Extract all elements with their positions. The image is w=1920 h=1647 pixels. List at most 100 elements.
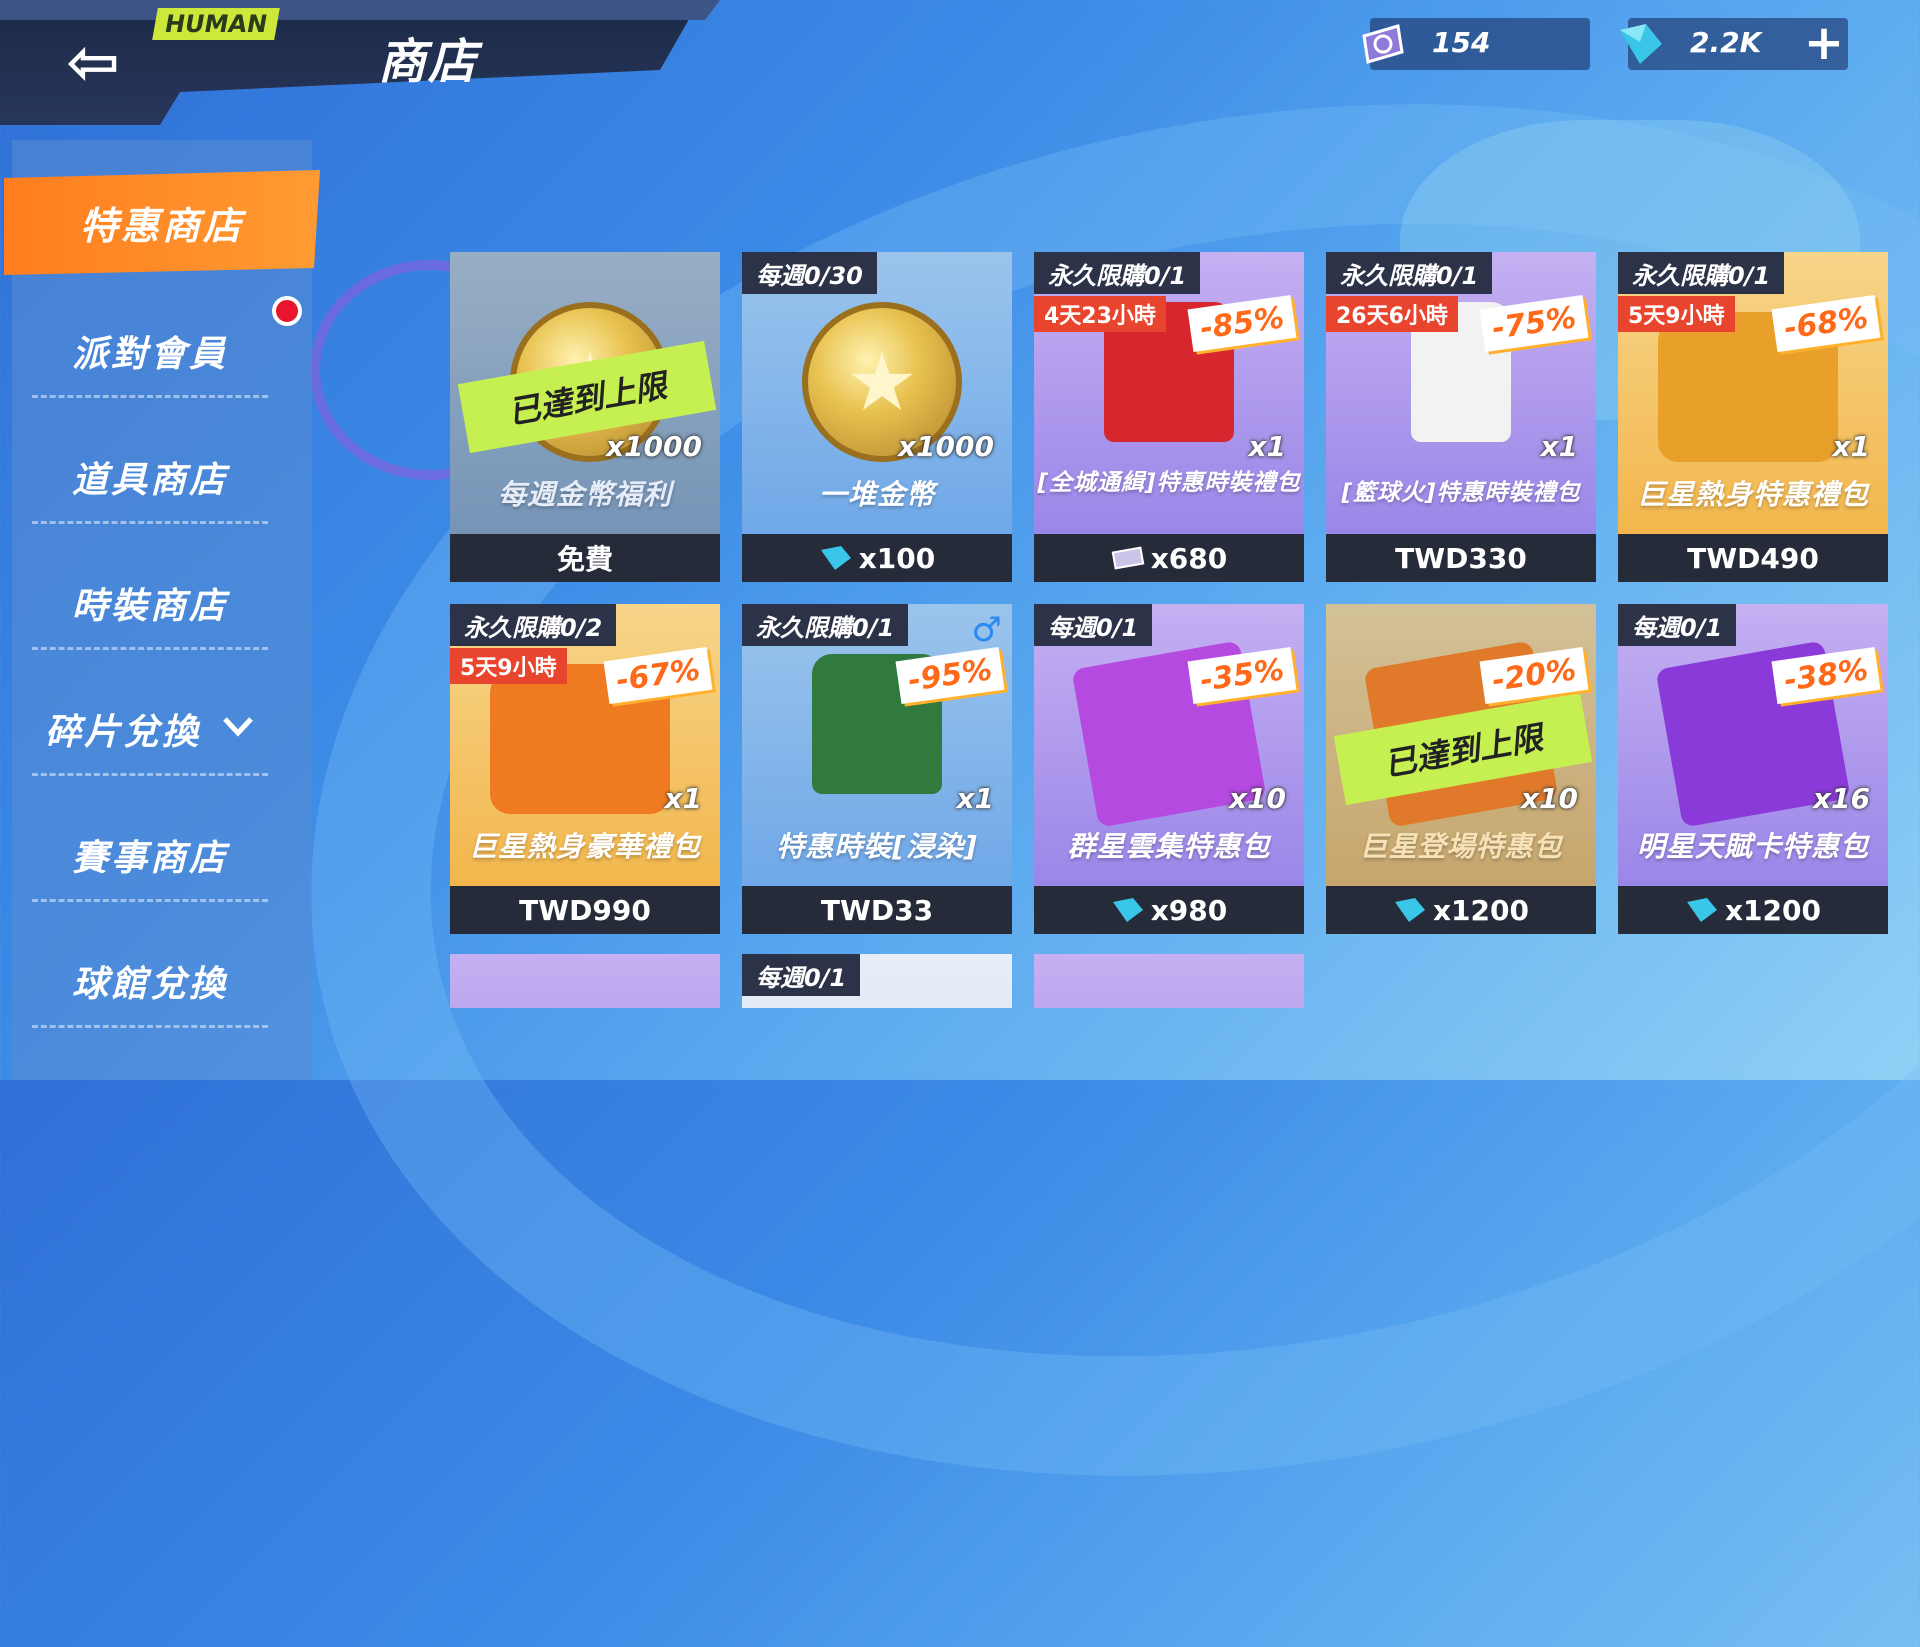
item-quantity: x1000 [898, 430, 994, 463]
price-button[interactable]: TWD990 [450, 886, 720, 934]
sidebar-item-party-member[interactable]: 派對會員 [0, 296, 300, 406]
shop-card-wanted-fashion[interactable]: 永久限購0/1 4天23小時 -85% x1 [全城通緝]特惠時裝禮包 x680 [1034, 252, 1304, 582]
header-highlight [0, 0, 720, 20]
sidebar-item-label: 碎片兌換 [44, 712, 201, 753]
shop-card-partial[interactable] [1034, 954, 1304, 1008]
price-button[interactable]: x680 [1034, 534, 1304, 582]
gem-icon [1112, 898, 1143, 922]
shop-card-basketball-fire-fashion[interactable]: 永久限購0/1 26天6小時 -75% x1 [籃球火]特惠時裝禮包 TWD33… [1326, 252, 1596, 582]
sidebar-item-label: 時裝商店 [71, 586, 228, 627]
item-name: 巨星熱身豪華禮包 [468, 830, 701, 863]
shop-card-dye-fashion[interactable]: 永久限購0/1 ♂ -95% x1 特惠時裝[浸染] TWD33 [742, 604, 1012, 934]
purchase-limit-tag: 永久限購0/1 [1618, 252, 1785, 294]
sidebar-divider [32, 899, 268, 902]
purchase-limit-tag: 永久限購0/2 [450, 604, 617, 646]
gem-count: 2.2K [1690, 26, 1762, 59]
sidebar-item-label: 賽事商店 [71, 838, 228, 879]
item-quantity: x1 [1832, 430, 1870, 463]
ticket-icon [1111, 546, 1145, 570]
sidebar-divider [32, 647, 268, 650]
sidebar-divider [32, 521, 268, 524]
sidebar-item-label: 派對會員 [71, 334, 228, 375]
price-text: TWD330 [1395, 541, 1527, 575]
purchase-limit-tag: 每週0/30 [742, 252, 877, 294]
shop-card-talent-card[interactable]: 每週0/1 -38% x16 明星天賦卡特惠包 x1200 [1618, 604, 1888, 934]
shop-card-weekly-gold[interactable]: ★ 已達到上限 x1000 每週金幣福利 免費 [450, 252, 720, 582]
price-text: x680 [1150, 541, 1228, 575]
price-text: x980 [1150, 893, 1228, 927]
price-text: x100 [858, 541, 936, 575]
price-button[interactable]: TWD33 [742, 886, 1012, 934]
countdown-timer: 5天9小時 [1618, 296, 1735, 332]
card-background [450, 954, 720, 1008]
shop-card-superstar-warmup[interactable]: 永久限購0/1 5天9小時 -68% x1 巨星熱身特惠禮包 TWD490 [1618, 252, 1888, 582]
item-quantity: x16 [1812, 782, 1870, 815]
sidebar-item-label: 球館兌換 [71, 964, 228, 1005]
gem-icon [1620, 24, 1662, 64]
item-name: 巨星熱身特惠禮包 [1636, 478, 1869, 511]
chevron-down-icon [221, 712, 255, 747]
item-name: 明星天賦卡特惠包 [1636, 830, 1869, 863]
human-tag-badge: HUMAN [152, 8, 280, 40]
item-quantity: x1 [664, 782, 702, 815]
shop-card-superstar-deluxe[interactable]: 永久限購0/2 5天9小時 -67% x1 巨星熱身豪華禮包 TWD990 [450, 604, 720, 934]
sidebar-item-arena-exchange[interactable]: 球館兌換 [0, 926, 300, 1036]
item-name: [籃球火]特惠時裝禮包 [1341, 480, 1581, 506]
price-button[interactable]: 免費 [450, 534, 720, 582]
sidebar-item-event-shop[interactable]: 賽事商店 [0, 800, 300, 910]
sidebar-item-fragment-exchange[interactable]: 碎片兌換 [0, 674, 300, 784]
shop-card-partial[interactable] [450, 954, 720, 1008]
shop-card-partial[interactable]: 每週0/1 [742, 954, 1012, 1008]
price-text: TWD33 [820, 893, 934, 927]
purchase-limit-tag: 永久限購0/1 [1034, 252, 1201, 294]
shop-card-star-gathering[interactable]: 每週0/1 -35% x10 群星雲集特惠包 x980 [1034, 604, 1304, 934]
item-quantity: x1000 [606, 430, 702, 463]
gem-icon [820, 546, 851, 570]
price-button[interactable]: x100 [742, 534, 1012, 582]
sidebar-item-label: 道具商店 [71, 460, 228, 501]
item-name: 群星雲集特惠包 [1067, 830, 1271, 863]
price-button[interactable]: x1200 [1618, 886, 1888, 934]
gem-icon [1395, 898, 1425, 922]
purchase-limit-tag: 每週0/1 [1618, 604, 1737, 646]
sidebar-item-special-shop[interactable]: 特惠商店 [4, 170, 320, 275]
purchase-limit-tag: 每週0/1 [1034, 604, 1153, 646]
shop-card-gold-pile[interactable]: ★ 每週0/30 x1000 一堆金幣 x100 [742, 252, 1012, 582]
price-button[interactable]: x980 [1034, 886, 1304, 934]
item-name: 一堆金幣 [818, 478, 935, 511]
back-arrow-icon[interactable]: ⇦ [38, 28, 148, 98]
sidebar-item-item-shop[interactable]: 道具商店 [0, 422, 300, 532]
sidebar-divider [32, 773, 268, 776]
purchase-limit-tag: 每週0/1 [742, 954, 861, 996]
item-name: 每週金幣福利 [497, 478, 672, 511]
male-gender-icon: ♂ [971, 610, 1002, 650]
price-text: TWD490 [1687, 541, 1819, 575]
purchase-limit-tag: 永久限購0/1 [742, 604, 909, 646]
sidebar-divider [32, 1025, 268, 1028]
countdown-timer: 26天6小時 [1326, 296, 1458, 332]
page-title: 商店 [378, 34, 479, 90]
price-button[interactable]: x1200 [1326, 886, 1596, 934]
notification-dot [272, 296, 302, 326]
gem-icon [1687, 898, 1717, 922]
item-quantity: x10 [1228, 782, 1286, 815]
price-text: 免費 [556, 543, 613, 576]
price-text: x1200 [1433, 893, 1529, 927]
item-quantity: x1 [956, 782, 994, 815]
sidebar-divider [32, 395, 268, 398]
countdown-timer: 5天9小時 [450, 648, 567, 684]
ticket-currency: 154 [1362, 18, 1590, 70]
item-quantity: x1 [1540, 430, 1578, 463]
shop-card-superstar-debut[interactable]: 已達到上限 -20% x10 巨星登場特惠包 x1200 [1326, 604, 1596, 934]
sidebar-item-fashion-shop[interactable]: 時裝商店 [0, 548, 300, 658]
countdown-timer: 4天23小時 [1034, 296, 1166, 332]
add-gems-button[interactable]: + [1800, 18, 1848, 70]
ticket-icon [1362, 24, 1404, 64]
price-text: x1200 [1725, 893, 1821, 927]
item-name: [全城通緝]特惠時裝禮包 [1037, 470, 1301, 496]
price-button[interactable]: TWD330 [1326, 534, 1596, 582]
item-quantity: x10 [1520, 782, 1578, 815]
price-button[interactable]: TWD490 [1618, 534, 1888, 582]
item-name: 巨星登場特惠包 [1359, 830, 1563, 863]
card-background [1034, 954, 1304, 1008]
